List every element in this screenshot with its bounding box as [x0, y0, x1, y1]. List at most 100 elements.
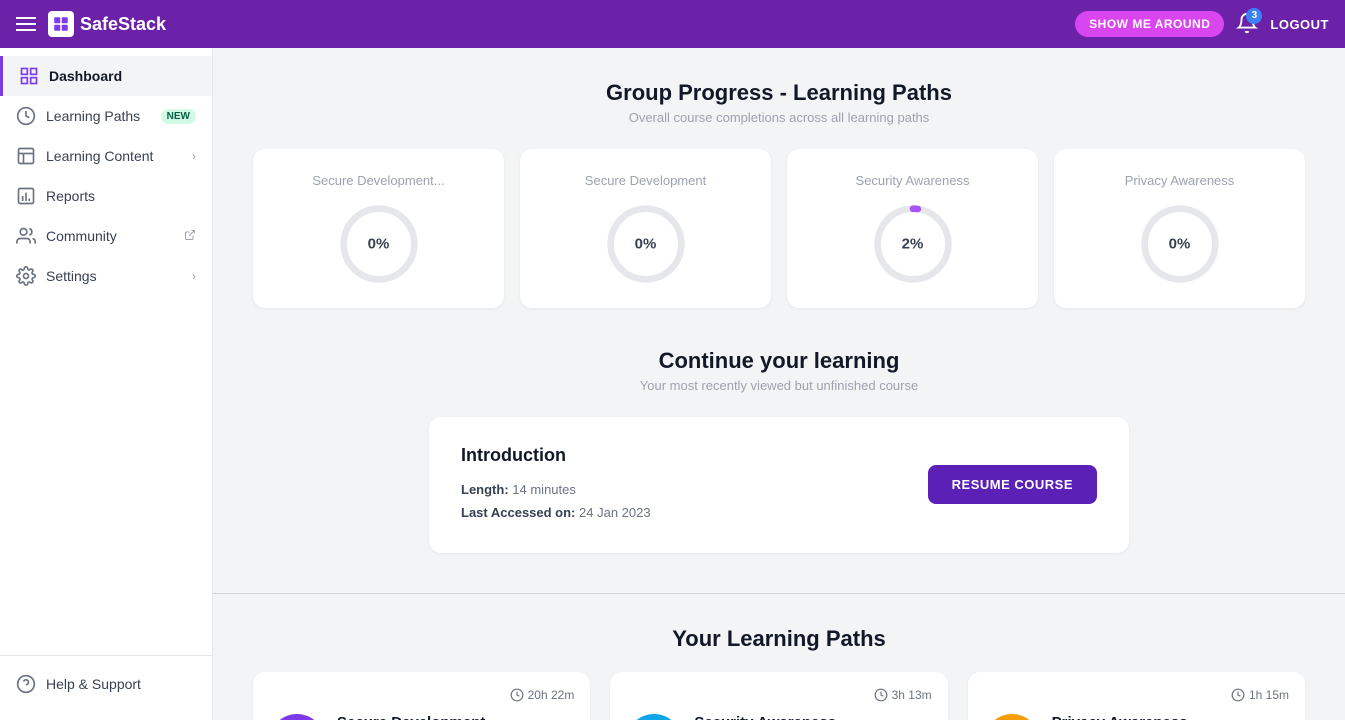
main-layout: Dashboard Learning Paths New Learning Co… — [0, 48, 1345, 720]
topbar: SafeStack SHOW ME AROUND 3 LOGOUT — [0, 0, 1345, 48]
progress-card-3: Security Awareness 2% — [787, 149, 1038, 308]
lp-duration-value: 20h 22m — [528, 688, 575, 702]
length-label: Length: — [461, 482, 509, 497]
resume-card-meta: Length: 14 minutes Last Accessed on: 24 … — [461, 478, 651, 525]
lp-card-body: 🐛 Security Awareness Improve your organi… — [626, 714, 931, 720]
logout-button[interactable]: LOGOUT — [1270, 17, 1329, 32]
lp-duration-value: 1h 15m — [1249, 688, 1289, 702]
sidebar-item-label: Help & Support — [46, 676, 196, 692]
learning-paths-section: Your Learning Paths 20h 22m 🦹 Secure Dev — [253, 626, 1305, 720]
donut-chart-2: 0% — [606, 204, 686, 284]
learning-paths-title: Your Learning Paths — [253, 626, 1305, 652]
lp-avatar: 🐛 — [626, 714, 682, 720]
donut-label: 2% — [902, 236, 924, 253]
learning-paths-icon — [16, 106, 36, 126]
last-accessed-label: Last Accessed on: — [461, 505, 575, 520]
reports-icon — [16, 186, 36, 206]
sidebar-bottom: Help & Support — [0, 655, 212, 720]
sidebar-nav: Dashboard Learning Paths New Learning Co… — [0, 48, 212, 655]
sidebar-item-label: Community — [46, 228, 174, 244]
lp-duration: 1h 15m — [1231, 688, 1289, 702]
new-badge: New — [161, 109, 196, 124]
progress-card-title: Security Awareness — [856, 173, 970, 188]
lp-duration: 20h 22m — [510, 688, 575, 702]
lp-card-privacy-awareness[interactable]: 1h 15m 🦊 Privacy Awareness Helping you m… — [968, 672, 1305, 720]
lp-info: Security Awareness Improve your organisa… — [694, 714, 851, 720]
lp-duration-value: 3h 13m — [892, 688, 932, 702]
progress-card-2: Secure Development 0% — [520, 149, 771, 308]
sidebar-item-label: Settings — [46, 268, 182, 284]
sidebar-item-reports[interactable]: Reports — [0, 176, 212, 216]
sidebar-item-label: Reports — [46, 188, 196, 204]
help-icon — [16, 674, 36, 694]
length-value: 14 minutes — [512, 482, 576, 497]
resume-card-info: Introduction Length: 14 minutes Last Acc… — [461, 445, 651, 525]
donut-label: 0% — [635, 236, 657, 253]
settings-icon — [16, 266, 36, 286]
sidebar-item-label: Learning Paths — [46, 108, 151, 124]
lp-info: Privacy Awareness Helping you make sense… — [1052, 714, 1233, 720]
donut-label: 0% — [1169, 236, 1191, 253]
progress-card-title: Secure Development... — [312, 173, 444, 188]
lp-title: Privacy Awareness — [1052, 714, 1233, 720]
sidebar-item-label: Learning Content — [46, 148, 182, 164]
show-me-around-button[interactable]: SHOW ME AROUND — [1075, 11, 1224, 37]
sidebar-item-settings[interactable]: Settings › — [0, 256, 212, 296]
group-progress-subtitle: Overall course completions across all le… — [253, 110, 1305, 125]
progress-card-title: Privacy Awareness — [1125, 173, 1235, 188]
sidebar-item-learning-content[interactable]: Learning Content › — [0, 136, 212, 176]
content-area: Group Progress - Learning Paths Overall … — [213, 48, 1345, 720]
chevron-right-icon: › — [192, 269, 196, 283]
topbar-right: SHOW ME AROUND 3 LOGOUT — [1075, 11, 1329, 37]
progress-card-1: Secure Development... 0% — [253, 149, 504, 308]
sidebar: Dashboard Learning Paths New Learning Co… — [0, 48, 213, 720]
progress-card-4: Privacy Awareness 0% — [1054, 149, 1305, 308]
continue-learning-section: Continue your learning Your most recentl… — [253, 348, 1305, 553]
progress-cards: Secure Development... 0% Secure Developm… — [253, 149, 1305, 308]
lp-card-header: 20h 22m — [269, 688, 574, 702]
donut-label: 0% — [368, 236, 390, 253]
continue-learning-title: Continue your learning — [253, 348, 1305, 374]
chevron-right-icon: › — [192, 149, 196, 163]
notification-button[interactable]: 3 — [1236, 12, 1258, 37]
dashboard-icon — [19, 66, 39, 86]
lp-avatar: 🦊 — [984, 714, 1040, 720]
section-divider — [213, 593, 1345, 594]
topbar-left: SafeStack — [16, 11, 166, 37]
sidebar-item-learning-paths[interactable]: Learning Paths New — [0, 96, 212, 136]
lp-info: Secure Development Security for your sof… — [337, 714, 485, 720]
donut-chart-3: 2% — [873, 204, 953, 284]
external-link-icon — [184, 229, 196, 244]
continue-learning-subtitle: Your most recently viewed but unfinished… — [253, 378, 1305, 393]
learning-content-icon — [16, 146, 36, 166]
logo-text: SafeStack — [80, 14, 166, 35]
lp-card-header: 1h 15m — [984, 688, 1289, 702]
sidebar-item-dashboard[interactable]: Dashboard — [0, 56, 212, 96]
notification-badge: 3 — [1246, 8, 1262, 24]
logo: SafeStack — [48, 11, 166, 37]
hamburger-menu-icon[interactable] — [16, 17, 36, 31]
last-accessed-value: 24 Jan 2023 — [579, 505, 651, 520]
progress-card-title: Secure Development — [585, 173, 706, 188]
lp-card-header: 3h 13m — [626, 688, 931, 702]
lp-avatar: 🦹 — [269, 714, 325, 720]
sidebar-item-community[interactable]: Community — [0, 216, 212, 256]
group-progress-title: Group Progress - Learning Paths — [253, 80, 1305, 106]
learning-paths-cards: 20h 22m 🦹 Secure Development Security fo… — [253, 672, 1305, 720]
lp-card-body: 🦹 Secure Development Security for your s… — [269, 714, 574, 720]
lp-card-secure-development[interactable]: 20h 22m 🦹 Secure Development Security fo… — [253, 672, 590, 720]
logo-icon — [48, 11, 74, 37]
lp-card-body: 🦊 Privacy Awareness Helping you make sen… — [984, 714, 1289, 720]
sidebar-item-label: Dashboard — [49, 68, 196, 84]
group-progress-section: Group Progress - Learning Paths Overall … — [253, 80, 1305, 308]
resume-course-button[interactable]: RESUME COURSE — [928, 465, 1097, 504]
donut-chart-4: 0% — [1140, 204, 1220, 284]
lp-title: Security Awareness — [694, 714, 851, 720]
course-title: Introduction — [461, 445, 651, 466]
lp-card-security-awareness[interactable]: 3h 13m 🐛 Security Awareness Improve your… — [610, 672, 947, 720]
sidebar-item-help-support[interactable]: Help & Support — [0, 664, 212, 704]
community-icon — [16, 226, 36, 246]
resume-card: Introduction Length: 14 minutes Last Acc… — [429, 417, 1129, 553]
donut-chart-1: 0% — [339, 204, 419, 284]
lp-title: Secure Development — [337, 714, 485, 720]
